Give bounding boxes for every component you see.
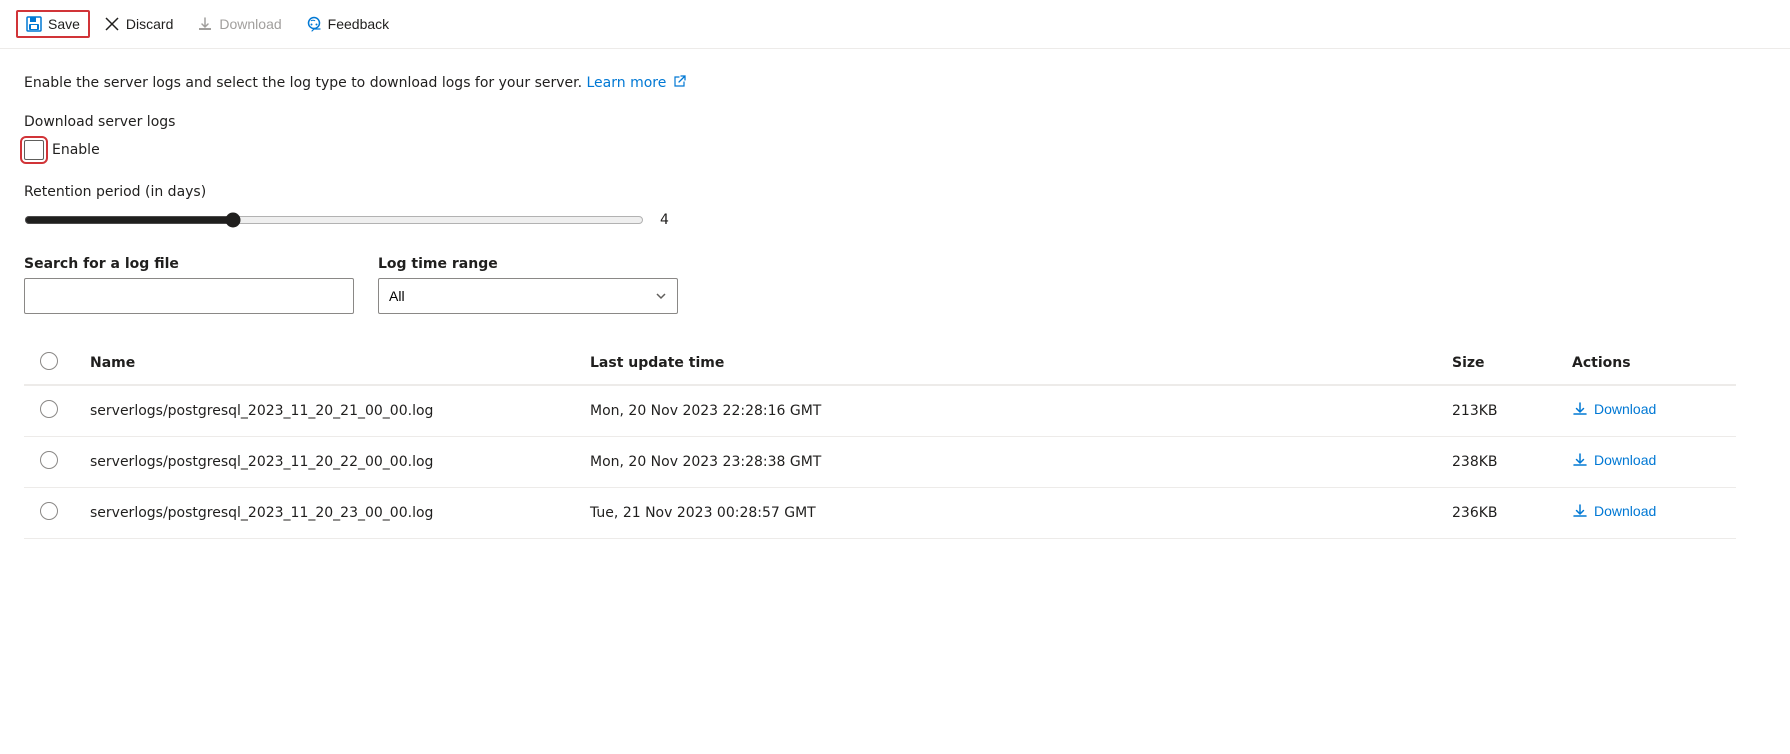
main-content: Enable the server logs and select the lo… bbox=[0, 49, 1760, 563]
table-row: serverlogs/postgresql_2023_11_20_21_00_0… bbox=[24, 385, 1736, 437]
download-toolbar-icon bbox=[197, 16, 213, 32]
row-actions-0: Download bbox=[1556, 385, 1736, 437]
table-row: serverlogs/postgresql_2023_11_20_22_00_0… bbox=[24, 437, 1736, 488]
download-button-2[interactable]: Download bbox=[1572, 503, 1656, 519]
download-icon-0 bbox=[1572, 401, 1588, 417]
col-header-actions: Actions bbox=[1556, 342, 1736, 385]
col-header-time: Last update time bbox=[574, 342, 1436, 385]
enable-toggle: Enable bbox=[24, 140, 1736, 160]
download-toolbar-label: Download bbox=[219, 16, 281, 32]
row-size-1: 238KB bbox=[1436, 437, 1556, 488]
search-input[interactable] bbox=[24, 278, 354, 314]
discard-button[interactable]: Discard bbox=[94, 10, 183, 38]
row-actions-2: Download bbox=[1556, 488, 1736, 539]
filter-row: Search for a log file Log time range All… bbox=[24, 256, 1736, 314]
row-radio-0[interactable] bbox=[40, 400, 58, 418]
col-header-size: Size bbox=[1436, 342, 1556, 385]
row-name-0: serverlogs/postgresql_2023_11_20_21_00_0… bbox=[74, 385, 574, 437]
row-time-1: Mon, 20 Nov 2023 23:28:38 GMT bbox=[574, 437, 1436, 488]
header-radio[interactable] bbox=[40, 352, 58, 370]
row-radio-cell-1 bbox=[24, 437, 74, 488]
retention-section: Retention period (in days) 4 bbox=[24, 184, 1736, 228]
log-table: Name Last update time Size Actions serve… bbox=[24, 342, 1736, 539]
retention-slider[interactable] bbox=[24, 212, 644, 228]
time-range-label: Log time range bbox=[378, 256, 678, 272]
discard-label: Discard bbox=[126, 16, 173, 32]
info-text: Enable the server logs and select the lo… bbox=[24, 73, 1736, 94]
retention-value: 4 bbox=[660, 212, 680, 228]
learn-more-link[interactable]: Learn more bbox=[587, 75, 686, 91]
row-time-2: Tue, 21 Nov 2023 00:28:57 GMT bbox=[574, 488, 1436, 539]
save-icon bbox=[26, 16, 42, 32]
feedback-button[interactable]: Feedback bbox=[296, 10, 399, 38]
search-field-group: Search for a log file bbox=[24, 256, 354, 314]
row-actions-1: Download bbox=[1556, 437, 1736, 488]
row-time-0: Mon, 20 Nov 2023 22:28:16 GMT bbox=[574, 385, 1436, 437]
download-icon-2 bbox=[1572, 503, 1588, 519]
search-label: Search for a log file bbox=[24, 256, 354, 272]
row-radio-cell-0 bbox=[24, 385, 74, 437]
download-label-1: Download bbox=[1594, 452, 1656, 468]
row-size-2: 236KB bbox=[1436, 488, 1556, 539]
row-radio-2[interactable] bbox=[40, 502, 58, 520]
external-link-icon bbox=[674, 75, 686, 87]
enable-checkbox[interactable] bbox=[24, 140, 44, 160]
download-button-0[interactable]: Download bbox=[1572, 401, 1656, 417]
download-button-1[interactable]: Download bbox=[1572, 452, 1656, 468]
table-row: serverlogs/postgresql_2023_11_20_23_00_0… bbox=[24, 488, 1736, 539]
save-button[interactable]: Save bbox=[16, 10, 90, 38]
time-range-field-group: Log time range All Last hour Last day La… bbox=[378, 256, 678, 314]
row-radio-cell-2 bbox=[24, 488, 74, 539]
row-name-1: serverlogs/postgresql_2023_11_20_22_00_0… bbox=[74, 437, 574, 488]
row-radio-1[interactable] bbox=[40, 451, 58, 469]
col-header-name: Name bbox=[74, 342, 574, 385]
download-server-logs-label: Download server logs bbox=[24, 114, 1736, 130]
row-size-0: 213KB bbox=[1436, 385, 1556, 437]
feedback-icon bbox=[306, 16, 322, 32]
download-icon-1 bbox=[1572, 452, 1588, 468]
feedback-label: Feedback bbox=[328, 16, 389, 32]
table-header: Name Last update time Size Actions bbox=[24, 342, 1736, 385]
row-name-2: serverlogs/postgresql_2023_11_20_23_00_0… bbox=[74, 488, 574, 539]
enable-label[interactable]: Enable bbox=[52, 142, 100, 158]
toolbar: Save Discard Download bbox=[0, 0, 1790, 49]
download-toolbar-button[interactable]: Download bbox=[187, 10, 291, 38]
save-label: Save bbox=[48, 16, 80, 32]
retention-label: Retention period (in days) bbox=[24, 184, 1736, 200]
slider-row: 4 bbox=[24, 212, 1736, 228]
col-header-radio bbox=[24, 342, 74, 385]
table-body: serverlogs/postgresql_2023_11_20_21_00_0… bbox=[24, 385, 1736, 539]
time-range-select[interactable]: All Last hour Last day Last week bbox=[378, 278, 678, 314]
discard-icon bbox=[104, 16, 120, 32]
download-label-2: Download bbox=[1594, 503, 1656, 519]
download-label-0: Download bbox=[1594, 401, 1656, 417]
